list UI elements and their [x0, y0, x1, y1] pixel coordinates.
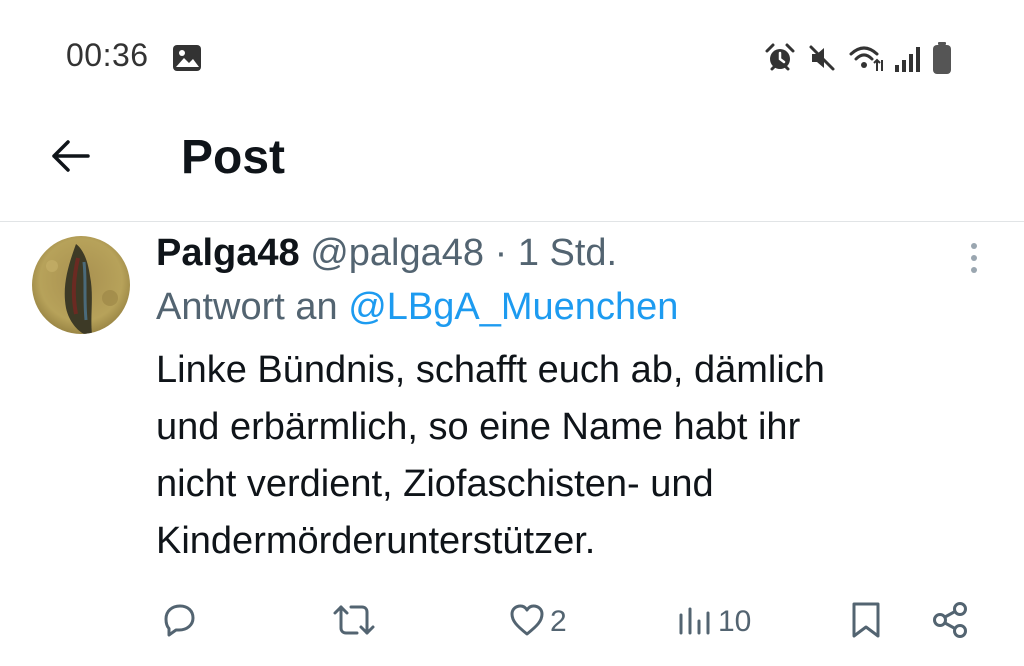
status-time: 00:36	[66, 37, 149, 73]
author-handle[interactable]: @palga48	[310, 232, 484, 274]
share-icon	[930, 600, 970, 645]
avatar[interactable]	[32, 236, 130, 334]
post-time[interactable]: 1 Std.	[518, 232, 617, 274]
signal-icon	[894, 43, 922, 73]
back-button[interactable]	[44, 132, 96, 184]
views-count: 10	[718, 605, 752, 638]
repost-icon	[332, 601, 376, 644]
like-count: 2	[550, 605, 567, 638]
repost-button[interactable]	[332, 600, 380, 644]
reply-context: Antwort an @LBgA_Muenchen	[156, 286, 678, 329]
reply-button[interactable]	[160, 600, 202, 644]
header: Post	[0, 110, 1024, 220]
heart-icon	[508, 601, 546, 644]
author-name[interactable]: Palga48	[156, 232, 300, 274]
status-icons	[764, 40, 952, 76]
reply-icon	[160, 601, 198, 644]
muted-icon	[806, 42, 838, 74]
post-header: Palga48 @palga48 · 1 Std.	[156, 232, 617, 275]
alarm-icon	[764, 42, 796, 74]
separator-dot: ·	[494, 232, 508, 274]
bookmark-icon	[848, 600, 884, 645]
page-title: Post	[181, 131, 286, 184]
more-button[interactable]	[958, 238, 990, 282]
battery-icon	[932, 41, 952, 75]
post-text: Linke Bündnis, schafft euch ab, dämlich …	[156, 349, 825, 562]
views-icon	[676, 601, 714, 644]
post[interactable]: Palga48 @palga48 · 1 Std. Antwort an @LB…	[0, 222, 1024, 666]
bookmark-button[interactable]	[848, 600, 884, 644]
wifi-icon	[848, 42, 884, 74]
status-bar: 00:36	[0, 0, 1024, 110]
action-bar: 2 10	[0, 594, 1024, 654]
more-vertical-icon	[968, 240, 980, 281]
views-button[interactable]: 10	[676, 600, 751, 644]
share-button[interactable]	[930, 600, 970, 644]
reply-mention-link[interactable]: @LBgA_Muenchen	[348, 286, 678, 328]
like-button[interactable]: 2	[508, 600, 567, 644]
image-icon	[172, 43, 202, 73]
arrow-left-icon	[48, 134, 92, 183]
reply-prefix: Antwort an	[156, 286, 338, 328]
